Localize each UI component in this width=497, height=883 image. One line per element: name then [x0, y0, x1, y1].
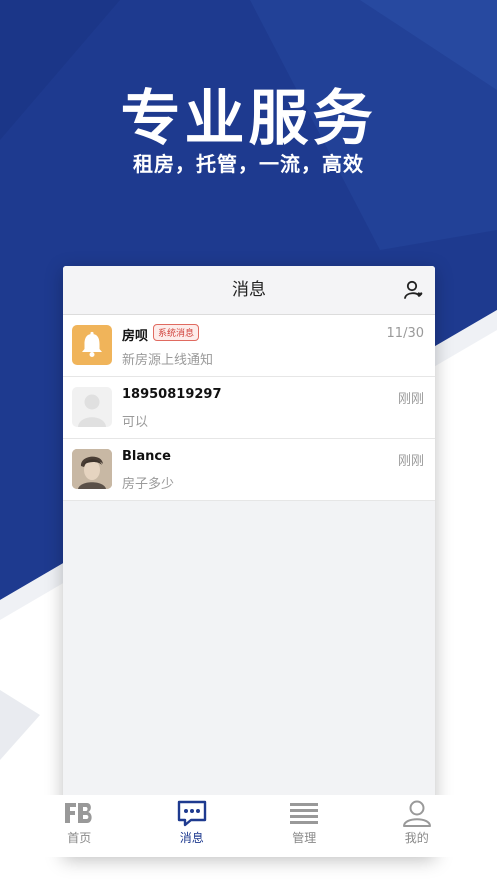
- conversation-preview: 可以: [122, 415, 149, 430]
- conversation-time: 刚刚: [397, 392, 424, 407]
- page-title: 消息: [232, 280, 266, 300]
- conversation-name: 房呗: [122, 329, 149, 344]
- tab-label: 管理: [292, 831, 317, 845]
- tab-label: 消息: [179, 831, 204, 845]
- conversation-name: 18950819297: [122, 387, 222, 402]
- user-photo: [72, 449, 112, 489]
- conversation-preview: 新房源上线通知: [122, 353, 214, 368]
- default-avatar-icon: [72, 387, 112, 427]
- system-message-badge: 系统消息: [153, 324, 200, 341]
- conversation-name: Blance: [122, 449, 171, 464]
- tab-label: 我的: [404, 831, 429, 845]
- chat-bubble-icon: [177, 800, 206, 827]
- bell-icon: [72, 325, 112, 365]
- tab-home[interactable]: 首页: [23, 795, 136, 857]
- tab-label: 首页: [67, 831, 92, 845]
- list-icon: [290, 803, 319, 824]
- phone-screen: 消息 房呗 系统消息 11/30 新房源上线通知 18950819297 刚刚 …: [63, 266, 435, 856]
- conversation-row[interactable]: Blance 刚刚 房子多少: [63, 439, 435, 501]
- hero-subtitle: 租房，托管，一流，高效: [133, 152, 364, 176]
- nav-bar: 消息: [63, 266, 435, 315]
- conversation-preview: 房子多少: [122, 477, 175, 492]
- contacts-icon[interactable]: [403, 279, 425, 301]
- tab-messages[interactable]: 消息: [136, 795, 249, 857]
- tab-manage[interactable]: 管理: [248, 795, 361, 857]
- tab-profile[interactable]: 我的: [361, 795, 474, 857]
- hero-title: 专业服务: [120, 84, 377, 154]
- person-icon: [402, 800, 431, 827]
- conversation-list: 房呗 系统消息 11/30 新房源上线通知 18950819297 刚刚 可以: [63, 315, 435, 501]
- conversation-row[interactable]: 18950819297 刚刚 可以: [63, 377, 435, 439]
- tab-bar: 首页 消息 管理 我的: [23, 795, 473, 857]
- conversation-time: 11/30: [386, 326, 424, 341]
- conversation-row[interactable]: 房呗 系统消息 11/30 新房源上线通知: [63, 315, 435, 377]
- fb-logo-icon: [65, 803, 92, 823]
- conversation-time: 刚刚: [397, 454, 424, 469]
